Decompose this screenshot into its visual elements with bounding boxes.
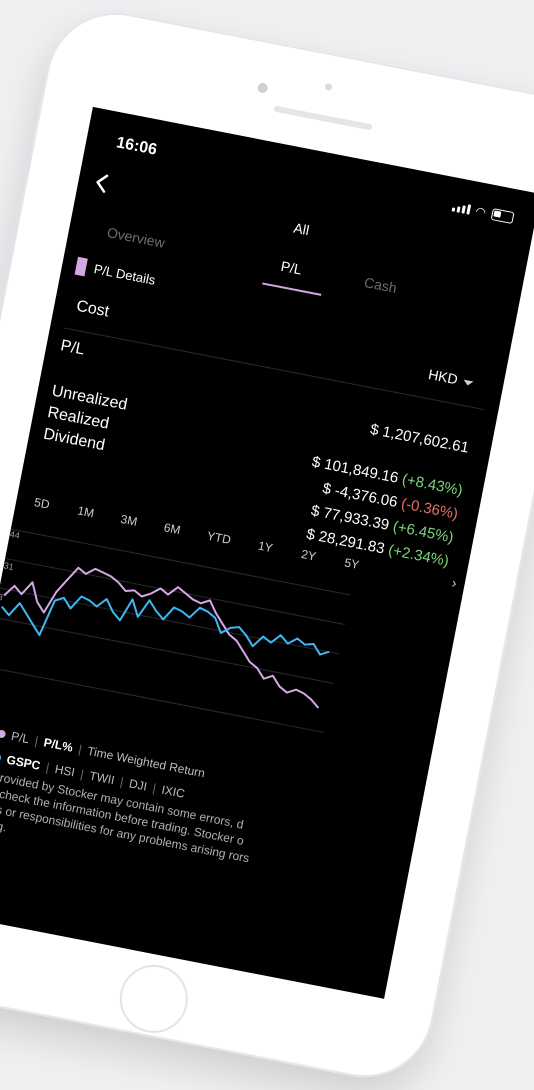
home-button[interactable]	[113, 959, 194, 1039]
period-5y[interactable]: 5Y	[343, 555, 360, 572]
legend-dot-gspc	[0, 752, 2, 763]
proximity-sensor	[324, 82, 333, 92]
legend-separator: |	[118, 774, 125, 789]
legend-hsi[interactable]: HSI	[54, 762, 76, 780]
chevron-right-icon[interactable]: ›	[451, 574, 459, 591]
legend-dji[interactable]: DJI	[128, 776, 148, 793]
period-3m[interactable]: 3M	[119, 512, 138, 529]
period-1m[interactable]: 1M	[76, 504, 95, 521]
currency-value: HKD	[427, 365, 460, 388]
legend-twii[interactable]: TWII	[88, 769, 116, 788]
legend-pl[interactable]: P/L	[10, 729, 30, 746]
realized-change: (-0.36%)	[399, 495, 460, 523]
status-icons: ◠	[451, 199, 515, 225]
cost-label: Cost	[74, 297, 111, 321]
phone-frame: 16:06 ◠ All Overview P/L Cash P/L Detail…	[0, 0, 534, 1090]
legend-dot-pl	[0, 729, 7, 739]
legend-pl-percent[interactable]: P/L%	[43, 735, 74, 754]
tab-cash[interactable]: Cash	[363, 274, 398, 296]
period-6m[interactable]: 6M	[163, 520, 182, 537]
period-1y[interactable]: 1Y	[257, 539, 274, 556]
silent-switch	[20, 147, 33, 188]
series-line-gspc	[1, 595, 330, 656]
status-time: 16:06	[114, 134, 159, 159]
period-5d[interactable]: 5D	[33, 495, 51, 512]
fourth-change: (+2.34%)	[386, 541, 451, 570]
currency-dropdown[interactable]: HKD	[427, 366, 475, 390]
cellular-signal-icon	[451, 201, 471, 215]
section-title: P/L Details	[92, 261, 157, 288]
period-ytd[interactable]: YTD	[206, 529, 232, 547]
legend-separator: |	[151, 780, 158, 796]
tab-pl[interactable]: P/L	[280, 258, 304, 278]
front-camera	[256, 82, 269, 94]
legend-separator: |	[77, 742, 84, 757]
volume-up-button	[2, 211, 21, 281]
grid-line	[0, 665, 324, 733]
pl-chart	[0, 528, 351, 733]
legend-separator: |	[44, 760, 51, 775]
app-screen: 16:06 ◠ All Overview P/L Cash P/L Detail…	[0, 106, 534, 999]
legend-separator: |	[33, 733, 40, 748]
series-line-p-l	[3, 566, 320, 709]
tab-overview[interactable]: Overview	[106, 224, 166, 251]
pl-label: P/L	[59, 337, 86, 359]
volume-down-button	[0, 294, 5, 365]
battery-icon	[490, 208, 515, 225]
caret-down-icon	[462, 379, 474, 387]
earpiece-speaker	[273, 105, 373, 131]
pl-total: $ 1,207,602.61	[368, 420, 471, 457]
grid-line	[0, 616, 334, 684]
period-2y[interactable]: 2Y	[300, 547, 317, 564]
legend-separator: |	[79, 766, 85, 782]
unrealized-change: (+8.43%)	[400, 470, 465, 500]
section-marker	[74, 256, 88, 277]
legend-ixic[interactable]: IXIC	[160, 783, 186, 801]
dividend-change: (+6.45%)	[391, 518, 455, 547]
active-tab-indicator	[262, 282, 322, 296]
legend-gspc[interactable]: GSPC	[5, 753, 41, 773]
wifi-icon: ◠	[474, 203, 488, 220]
